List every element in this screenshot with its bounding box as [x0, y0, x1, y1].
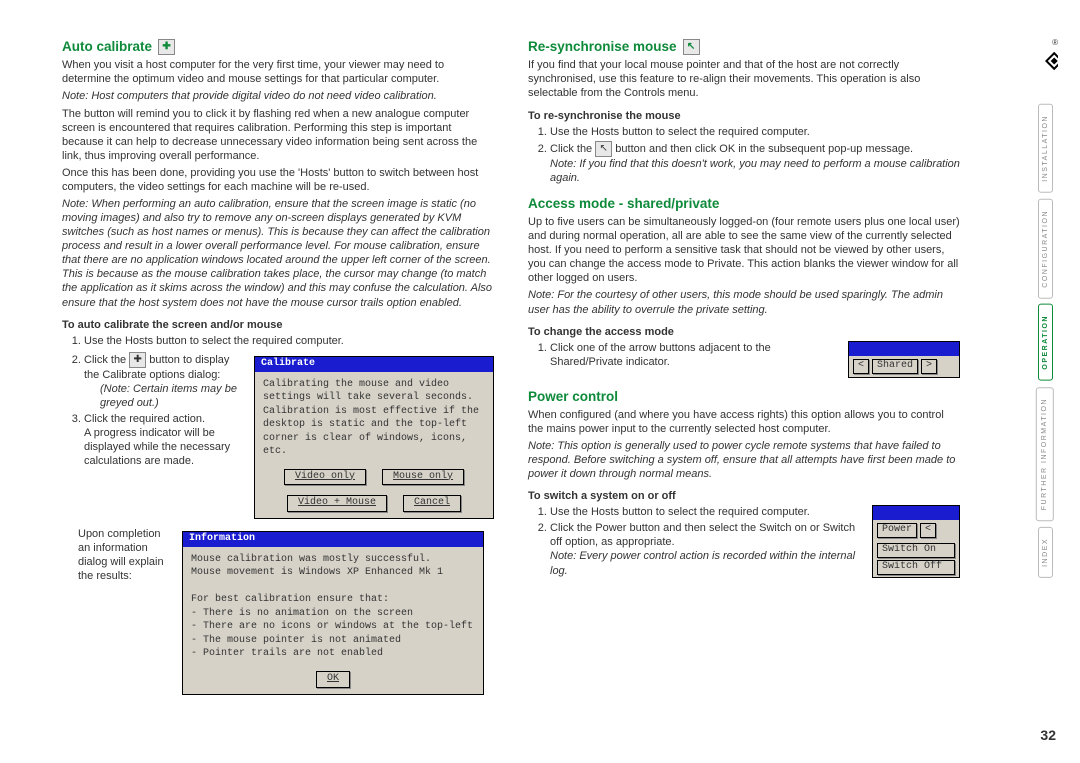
- para: Upon completion an information dialog wi…: [78, 527, 172, 583]
- mouse-only-button[interactable]: Mouse only: [382, 469, 464, 486]
- heading-resync: Re-synchronise mouse ↖: [528, 38, 960, 55]
- access-mode-label: Shared: [872, 359, 918, 374]
- step: Click the Power button and then select t…: [550, 521, 862, 577]
- step: Use the Hosts button to select the requi…: [550, 505, 862, 519]
- prev-arrow-button[interactable]: <: [920, 523, 936, 538]
- steps-list: Use the Hosts button to select the requi…: [528, 505, 862, 577]
- heading-access: Access mode - shared/private: [528, 195, 960, 212]
- para: Up to five users can be simultaneously l…: [528, 215, 960, 285]
- information-dialog: Information Mouse calibration was mostly…: [182, 531, 484, 695]
- subheading: To re-synchronise the mouse: [528, 109, 960, 123]
- switch-off-option[interactable]: Switch Off: [877, 560, 955, 575]
- shared-private-widget: < Shared >: [848, 341, 960, 378]
- calibrate-dialog: Calibrate Calibrating the mouse and vide…: [254, 356, 494, 519]
- step: Use the Hosts button to select the requi…: [84, 334, 494, 348]
- registered-mark: ®: [1052, 38, 1058, 47]
- para: When configured (and where you have acce…: [528, 408, 960, 436]
- tab-configuration[interactable]: CONFIGURATION: [1038, 199, 1053, 299]
- para: If you find that your local mouse pointe…: [528, 58, 960, 100]
- heading-power: Power control: [528, 388, 960, 405]
- note: Note: When performing an auto calibratio…: [62, 197, 494, 310]
- text: - Pointer trails are not enabled: [191, 647, 475, 661]
- tab-further-info[interactable]: FURTHER INFORMATION: [1036, 387, 1054, 521]
- note: Note: Host computers that provide digita…: [62, 89, 494, 103]
- step: Click the ↖ button and then click OK in …: [550, 141, 960, 185]
- ok-button[interactable]: OK: [316, 671, 350, 688]
- para: The button will remind you to click it b…: [62, 107, 494, 163]
- calibrate-icon: ✚: [129, 352, 146, 368]
- step: Use the Hosts button to select the requi…: [550, 125, 960, 139]
- text: Click the: [84, 354, 129, 366]
- next-arrow-button[interactable]: >: [921, 359, 937, 374]
- para: Once this has been done, providing you u…: [62, 166, 494, 194]
- tab-installation[interactable]: INSTALLATION: [1038, 104, 1053, 193]
- para: A progress indicator will be displayed w…: [84, 426, 244, 468]
- text: button and then click OK in the subseque…: [612, 143, 913, 155]
- note: Note: If you find that this doesn't work…: [550, 157, 960, 185]
- para: When you visit a host computer for the v…: [62, 58, 494, 86]
- tab-operation[interactable]: OPERATION: [1038, 304, 1053, 381]
- cancel-button[interactable]: Cancel: [403, 495, 461, 512]
- prev-arrow-button[interactable]: <: [853, 359, 869, 374]
- text: - There is no animation on the screen: [191, 607, 475, 621]
- text: For best calibration ensure that:: [191, 593, 475, 607]
- video-only-button[interactable]: Video only: [284, 469, 366, 486]
- text: Mouse movement is Windows XP Enhanced Mk…: [191, 566, 475, 580]
- note: Note: For the courtesy of other users, t…: [528, 288, 960, 316]
- resync-icon: ↖: [683, 39, 700, 55]
- text: Click the: [550, 143, 595, 155]
- steps-list: Click one of the arrow buttons adjacent …: [528, 341, 838, 369]
- dialog-body: Calibrating the mouse and video settings…: [255, 372, 493, 465]
- sidebar-nav: INSTALLATION CONFIGURATION OPERATION FUR…: [1032, 48, 1058, 584]
- dialog-title: Calibrate: [255, 357, 493, 372]
- left-column: Auto calibrate ✚ When you visit a host c…: [62, 38, 494, 695]
- calibrate-icon: ✚: [158, 39, 175, 55]
- widget-titlebar: [849, 342, 959, 356]
- heading-auto-calibrate: Auto calibrate ✚: [62, 38, 494, 55]
- heading-text: Auto calibrate: [62, 38, 152, 55]
- heading-text: Re-synchronise mouse: [528, 38, 677, 55]
- widget-titlebar: [873, 506, 959, 520]
- right-column: Re-synchronise mouse ↖ If you find that …: [528, 38, 960, 695]
- power-button[interactable]: Power: [877, 523, 917, 538]
- step: Click the ✚ button to display the Calibr…: [84, 352, 244, 410]
- dialog-body: Mouse calibration was mostly successful.…: [183, 547, 483, 667]
- text: Click the Power button and then select t…: [550, 522, 855, 548]
- steps-list: Use the Hosts button to select the requi…: [528, 125, 960, 185]
- resync-icon: ↖: [595, 141, 612, 157]
- text: Mouse calibration was mostly successful.: [191, 553, 475, 567]
- note: Note: Every power control action is reco…: [550, 549, 862, 577]
- subheading: To change the access mode: [528, 325, 960, 339]
- page-number: 32: [1040, 727, 1056, 743]
- power-menu-widget: Power < Switch On Switch Off: [872, 505, 960, 577]
- step: Click one of the arrow buttons adjacent …: [550, 341, 838, 369]
- video-mouse-button[interactable]: Video + Mouse: [287, 495, 387, 512]
- steps-list: Click the ✚ button to display the Calibr…: [62, 352, 244, 469]
- subheading: To switch a system on or off: [528, 489, 960, 503]
- text: Click the required action.: [84, 413, 205, 425]
- switch-on-option[interactable]: Switch On: [877, 543, 955, 558]
- note: (Note: Certain items may be greyed out.): [100, 382, 244, 410]
- subheading: To auto calibrate the screen and/or mous…: [62, 318, 494, 332]
- tab-index[interactable]: INDEX: [1038, 527, 1053, 578]
- brand-logo: [1032, 48, 1058, 74]
- text: - The mouse pointer is not animated: [191, 634, 475, 648]
- dialog-title: Information: [183, 532, 483, 547]
- note: Note: This option is generally used to p…: [528, 439, 960, 481]
- steps-list: Use the Hosts button to select the requi…: [62, 334, 494, 348]
- text: - There are no icons or windows at the t…: [191, 620, 475, 634]
- step: Click the required action. A progress in…: [84, 412, 244, 468]
